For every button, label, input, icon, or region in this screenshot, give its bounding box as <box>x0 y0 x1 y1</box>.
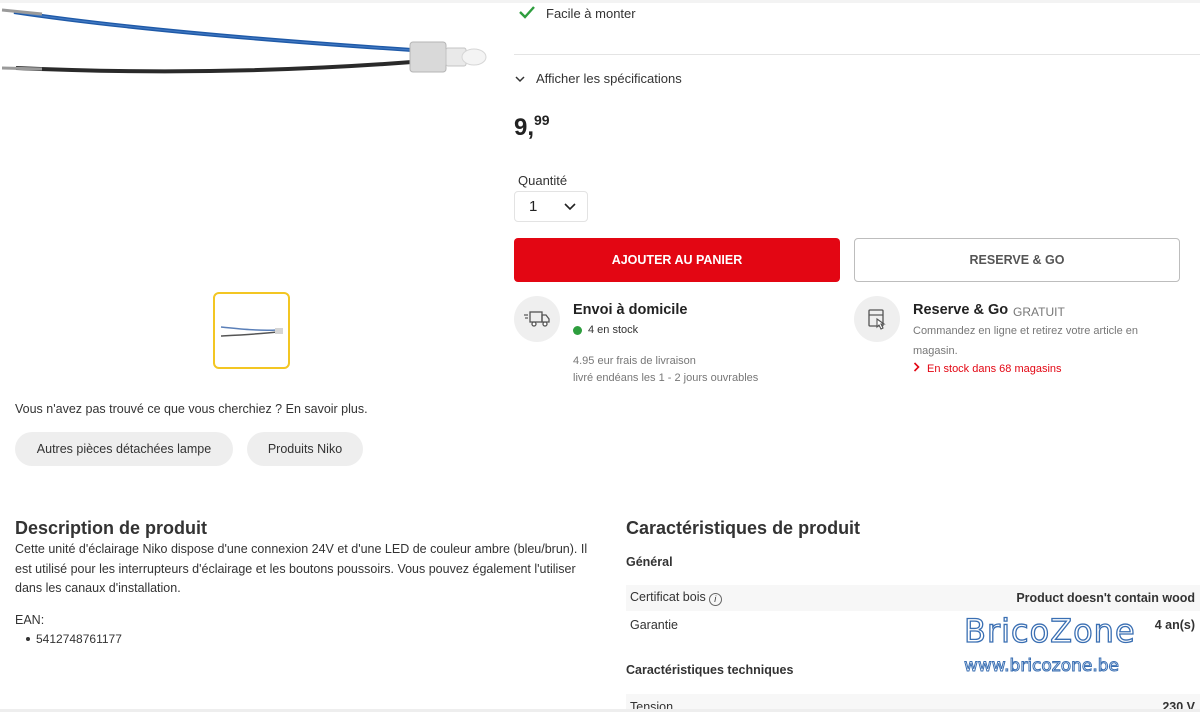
description-title: Description de produit <box>15 518 208 538</box>
delivery-truck-icon <box>514 296 560 342</box>
info-icon[interactable]: i <box>708 592 722 606</box>
product-image <box>0 0 500 110</box>
product-price: 9,99 <box>514 112 550 142</box>
chip-other-lamp-parts[interactable]: Autres pièces détachées lampe <box>15 432 233 466</box>
show-specifications-toggle[interactable]: Afficher les spécifications <box>514 68 682 88</box>
stock-count: 4 en stock <box>588 324 639 336</box>
store-stock-link[interactable]: En stock dans 68 magasins <box>913 362 1062 375</box>
group-title-technical: Caractéristiques techniques <box>626 663 794 677</box>
feature-easy-mount: Facile à monter <box>518 4 636 22</box>
reserve-go-title: Reserve & Go <box>913 302 1009 318</box>
characteristic-value: Product doesn't contain wood <box>1016 591 1195 605</box>
product-thumbnail[interactable] <box>213 292 290 369</box>
ean-value: 5412748761177 <box>36 632 122 646</box>
price-decimal: 99 <box>534 112 550 128</box>
not-found-message[interactable]: Vous n'avez pas trouvé ce que vous cherc… <box>15 402 368 416</box>
bullet-icon <box>26 637 30 641</box>
characteristics-title: Caractéristiques de produit <box>626 518 861 538</box>
ean-list-item: 5412748761177 <box>26 632 122 646</box>
characteristic-label: Certificat bois i <box>630 590 722 606</box>
check-icon <box>518 5 536 22</box>
store-pickup-icon <box>854 296 900 342</box>
quantity-value: 1 <box>529 198 538 215</box>
home-delivery-title: Envoi à domicile <box>573 302 688 318</box>
delivery-fee: 4.95 eur frais de livraison <box>573 355 696 367</box>
ean-label: EAN: <box>15 613 45 627</box>
characteristic-label: Garantie <box>630 618 678 632</box>
show-specifications-label: Afficher les spécifications <box>536 70 682 86</box>
reserve-go-description: Commandez en ligne et retirez votre arti… <box>913 325 1138 357</box>
price-integer: 9, <box>514 114 535 141</box>
characteristic-row: Certificat bois i Product doesn't contain… <box>626 585 1200 611</box>
chip-niko-products[interactable]: Produits Niko <box>247 432 363 466</box>
stock-status: 4 en stock <box>573 324 638 336</box>
description-body: Cette unité d'éclairage Niko dispose d'u… <box>15 542 588 595</box>
add-to-cart-button[interactable]: AJOUTER AU PANIER <box>514 238 840 282</box>
chevron-right-icon <box>913 362 920 375</box>
watermark-url: www.bricozone.be <box>963 656 1120 677</box>
chevron-down-icon <box>563 198 577 215</box>
group-title-general: Général <box>626 555 673 569</box>
store-stock-label: En stock dans 68 magasins <box>927 362 1062 375</box>
feature-label: Facile à monter <box>546 5 636 21</box>
in-stock-dot-icon <box>573 325 582 335</box>
watermark-logo: BricoZone <box>963 611 1136 650</box>
characteristic-value: 4 an(s) <box>1154 618 1195 632</box>
quantity-label: Quantité <box>518 173 568 188</box>
quantity-select[interactable]: 1 <box>514 191 588 222</box>
reserve-and-go-button[interactable]: RESERVE & GO <box>854 238 1180 282</box>
free-badge: GRATUIT <box>1013 305 1065 319</box>
divider <box>514 54 1200 55</box>
delivery-delay: livré endéans les 1 - 2 jours ouvrables <box>573 372 759 384</box>
chevron-down-icon <box>514 71 526 86</box>
